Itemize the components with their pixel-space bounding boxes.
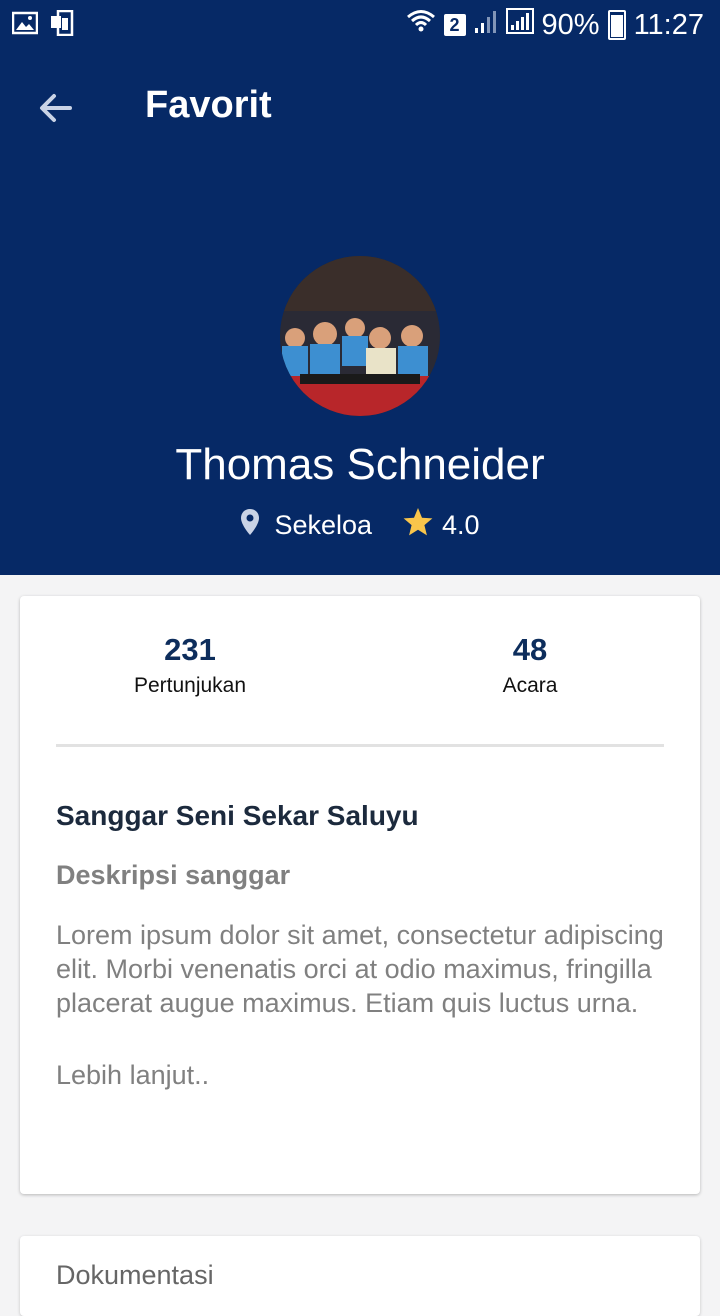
description-label: Deskripsi sanggar: [56, 860, 291, 890]
signal-weak-icon: [474, 8, 498, 42]
profile-rating: 4.0: [442, 509, 480, 540]
sim-badge: 2: [443, 14, 466, 36]
profile-location: Sekeloa: [274, 509, 373, 540]
avatar: [280, 256, 440, 416]
toolbar: Favorit: [0, 60, 720, 156]
studio-info-card: 231 Pertunjukan 48 Acara Sanggar Seni Se…: [20, 596, 700, 1194]
description-text: Lorem ipsum dolor sit amet, consectetur …: [56, 920, 664, 1018]
arrow-left-icon: [40, 94, 72, 122]
device-notification-icon: [50, 9, 78, 41]
studio-name: Sanggar Seni Sekar Saluyu: [56, 800, 419, 831]
battery-icon: [607, 10, 626, 40]
wifi-icon: [406, 8, 436, 42]
signal-icon: [505, 8, 534, 42]
read-more-link[interactable]: Lebih lanjut..: [56, 1060, 209, 1091]
location-pin-icon: [240, 508, 260, 543]
gallery-notification-icon: [11, 10, 39, 41]
page-title: Favorit: [145, 84, 272, 126]
stat-value: 231: [164, 632, 216, 667]
documentation-card: Dokumentasi: [20, 1236, 700, 1316]
status-bar: 2 90% 11:27: [0, 0, 720, 50]
profile-name: Thomas Schneider: [175, 440, 545, 489]
stat-events: 48 Acara: [430, 632, 630, 698]
stat-label: Pertunjukan: [133, 674, 247, 697]
back-button[interactable]: [32, 84, 80, 132]
divider: [56, 744, 664, 747]
star-icon: [402, 506, 434, 545]
stat-label: Acara: [502, 674, 558, 697]
profile-meta: Sekeloa 4.0: [0, 500, 720, 550]
stat-performances: 231 Pertunjukan: [90, 632, 290, 698]
clock: 11:27: [633, 8, 704, 41]
stat-value: 48: [512, 632, 548, 667]
battery-percent: 90%: [541, 8, 600, 41]
documentation-title: Dokumentasi: [56, 1260, 214, 1290]
profile-header: 2 90% 11:27 Favorit Thomas Schneider Sek…: [0, 0, 720, 575]
